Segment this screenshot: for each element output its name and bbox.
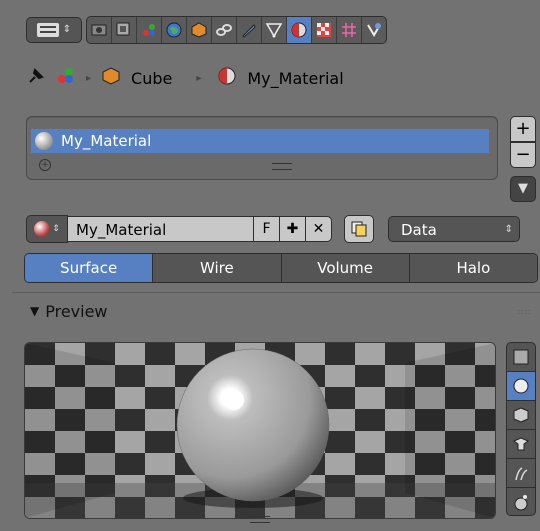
render-icon[interactable] (87, 17, 112, 43)
hair-icon (515, 467, 528, 481)
remove-slot-button[interactable]: − (510, 142, 536, 168)
new-material-button[interactable]: ✚ (280, 216, 306, 242)
preview-panel-header[interactable]: ▼ Preview :::: (12, 292, 540, 329)
material-icon[interactable] (287, 17, 312, 43)
material-icon (34, 221, 51, 237)
world-sphere-icon (514, 494, 528, 510)
world-icon[interactable] (162, 17, 187, 43)
material-slot-label: My_Material (61, 132, 152, 150)
preview-cube-button[interactable] (506, 400, 536, 429)
scene-icon (56, 66, 76, 90)
sphere-icon (513, 378, 529, 394)
material-browse-button[interactable]: ⇕ (26, 215, 68, 243)
material-datablock-row: ⇕ My_Material F ✚ ✕ Data ⇕ (26, 215, 520, 243)
copy-material-button[interactable] (344, 215, 374, 243)
object-icon (101, 66, 121, 90)
material-sphere-icon (35, 132, 53, 150)
plane-icon (513, 349, 529, 365)
material-icon (217, 66, 237, 90)
constraints-icon[interactable] (212, 17, 237, 43)
properties-panel: ⇕ ▸ Cube ▸ My_Material My_Material + + −… (12, 0, 540, 531)
updown-arrow-icon: ⇕ (504, 224, 513, 235)
add-slot-button[interactable]: + (510, 116, 536, 142)
fake-user-button[interactable]: F (254, 216, 280, 242)
pin-icon[interactable] (26, 66, 46, 90)
scene-icon[interactable] (137, 17, 162, 43)
object-icon[interactable] (187, 17, 212, 43)
breadcrumb: ▸ Cube ▸ My_Material (26, 64, 344, 92)
unlink-material-button[interactable]: ✕ (306, 216, 332, 242)
modifiers-icon[interactable] (237, 17, 262, 43)
slot-specials-button[interactable]: ▼ (510, 176, 536, 202)
tab-volume[interactable]: Volume (281, 254, 410, 282)
material-slot-list: My_Material + (26, 116, 498, 180)
preview-shape-buttons (506, 342, 536, 516)
physics-icon[interactable] (362, 17, 386, 43)
render-layers-icon[interactable] (112, 17, 137, 43)
list-item[interactable]: My_Material (31, 129, 489, 153)
updown-arrow-icon: ⇕ (62, 24, 72, 35)
texture-icon[interactable] (312, 17, 337, 43)
resize-grip[interactable] (250, 516, 270, 523)
screen-layout-icon (36, 23, 59, 37)
expand-icon[interactable]: + (39, 159, 51, 171)
material-type-tabs: Surface Wire Volume Halo (24, 253, 538, 283)
slot-buttons: + − ▼ (510, 116, 536, 202)
preview-hair-button[interactable] (506, 458, 536, 487)
material-preview-render (24, 342, 496, 519)
link-type-value: Data (401, 221, 437, 239)
preview-sphere-button[interactable] (506, 371, 536, 400)
particles-icon[interactable] (337, 17, 362, 43)
tab-halo[interactable]: Halo (409, 254, 537, 282)
collapse-triangle-icon: ▼ (30, 304, 40, 318)
chevron-right-icon: ▸ (196, 72, 202, 84)
preview-sky-button[interactable] (506, 487, 536, 516)
tab-wire[interactable]: Wire (153, 254, 282, 282)
preview-monkey-button[interactable] (506, 429, 536, 458)
breadcrumb-material-label: My_Material (247, 68, 344, 88)
cube-icon (513, 407, 529, 423)
plus-icon: ✚ (286, 221, 299, 237)
breadcrumb-object-label: Cube (131, 68, 173, 88)
material-name-field[interactable]: My_Material (68, 216, 254, 242)
preview-flat-button[interactable] (506, 342, 536, 371)
properties-header: ⇕ (12, 8, 540, 48)
preview-title: Preview (45, 301, 108, 321)
resize-grip[interactable] (272, 163, 292, 170)
monkey-icon (513, 437, 529, 451)
chevron-right-icon: ▸ (86, 72, 92, 84)
context-tabs (86, 16, 387, 44)
editor-type-selector[interactable]: ⇕ (26, 17, 82, 43)
copy-icon (351, 221, 367, 237)
drag-handle-icon[interactable]: :::: (517, 307, 532, 316)
link-type-selector[interactable]: Data ⇕ (388, 216, 520, 242)
data-icon[interactable] (262, 17, 287, 43)
tab-surface[interactable]: Surface (25, 254, 154, 282)
updown-arrow-icon: ⇕ (52, 224, 60, 234)
close-icon: ✕ (312, 221, 325, 237)
